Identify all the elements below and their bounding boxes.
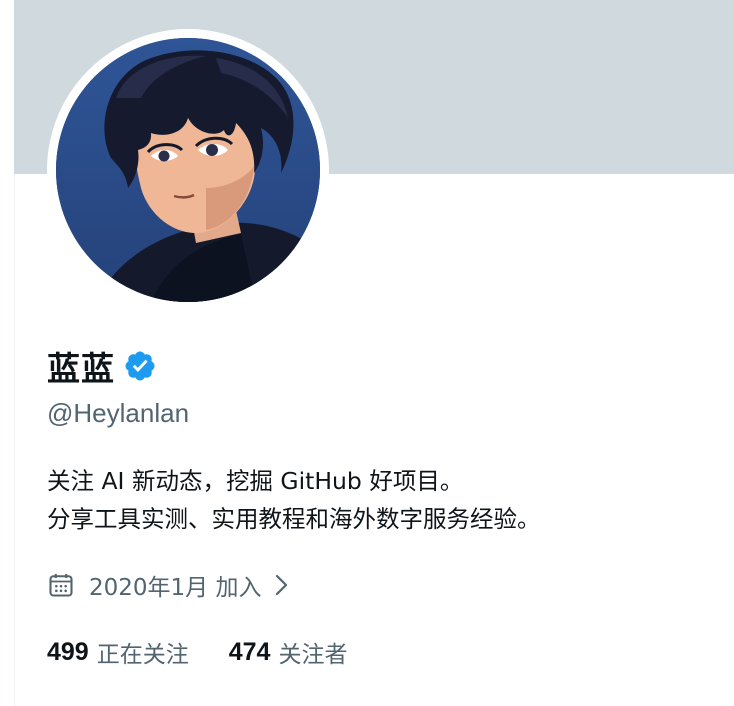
display-name: 蓝蓝 [47, 349, 115, 388]
verified-badge-icon[interactable] [123, 349, 157, 383]
join-date-text: 2020年1月 加入 [89, 575, 262, 601]
followers-link[interactable]: 474 关注者 [229, 635, 348, 669]
bio-line: 分享工具实测、实用教程和海外数字服务经验。 [47, 505, 541, 533]
avatar-illustration [56, 38, 320, 302]
followers-label: 关注者 [278, 642, 348, 668]
following-count: 499 [47, 637, 89, 666]
column-divider [14, 174, 15, 706]
follow-stats: 499 正在关注 474 关注者 [47, 632, 347, 672]
following-label: 正在关注 [96, 642, 189, 668]
name-row: 蓝蓝 [47, 344, 157, 388]
avatar-frame[interactable] [47, 29, 329, 311]
followers-count: 474 [228, 637, 271, 666]
calendar-icon [47, 571, 75, 599]
following-link[interactable]: 499 正在关注 [47, 635, 189, 669]
profile-bio: 关注 AI 新动态，挖掘 GitHub 好项目。 分享工具实测、实用教程和海外数… [47, 462, 541, 538]
bio-line: 关注 AI 新动态，挖掘 GitHub 好项目。 [47, 467, 464, 495]
user-handle: @Heylanlan [47, 398, 190, 428]
join-date-row[interactable]: 2020年1月 加入 [47, 566, 293, 604]
chevron-right-icon [271, 572, 293, 598]
avatar[interactable] [56, 38, 320, 302]
